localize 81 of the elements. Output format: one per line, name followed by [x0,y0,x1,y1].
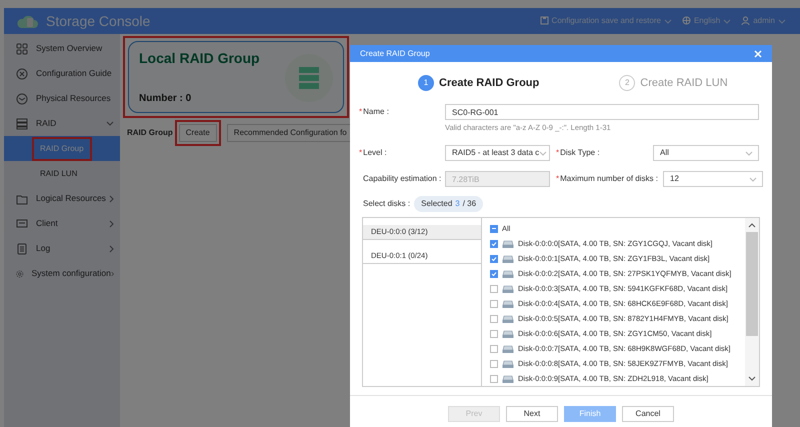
step-label: Create RAID LUN [640,76,728,91]
disk-drive-icon [502,314,514,324]
sidebar-item[interactable]: Log [4,236,120,261]
dialog-title: Create RAID Group [360,48,430,60]
sidebar-item[interactable]: System Overview [4,36,120,61]
dialog-button[interactable]: Next [506,406,558,422]
disk-checkbox[interactable] [490,254,498,263]
level-select[interactable]: RAID5 - at least 3 data c [445,145,550,162]
step-number: 1 [418,75,434,91]
server-icon [16,118,28,130]
caret-icon [745,150,753,157]
step-label: Create RAID Group [439,76,540,91]
field-label: Disk Type : [560,147,600,160]
disk-drive-icon [502,374,514,384]
selection-count-badge: Selected 3 / 36 [414,196,484,212]
caret-icon [749,176,757,183]
document-icon [16,242,28,254]
scrollbar[interactable] [745,218,759,386]
server-stack-icon [285,54,333,102]
disk-checkbox[interactable] [490,284,498,293]
chevron-down-icon [748,375,756,382]
disk-drive-icon [502,268,514,279]
name-input[interactable]: SC0-RG-001 [445,104,759,120]
sidebar-item[interactable]: Logical Resources [4,186,120,211]
user-icon [741,16,750,26]
sidebar-item[interactable]: RAID [4,111,120,136]
folder-icon [16,192,28,204]
disk-drive-icon [502,328,514,339]
disk-drive-icon [502,254,514,264]
disk-checkbox[interactable] [490,360,498,368]
disk-drive-icon [502,358,514,369]
top-menu-item[interactable]: English [682,15,732,27]
select-all-checkbox[interactable] [490,224,498,233]
disk-drive-icon [502,238,514,249]
disk-checkbox[interactable] [490,330,498,338]
disk-checkbox[interactable] [490,314,498,323]
checkmark-icon [491,270,497,277]
checkmark-icon [491,240,497,247]
disk-drive-icon [502,298,514,309]
globe-icon [682,16,691,26]
field-label: Select disks : [363,198,410,210]
disk-checkbox[interactable] [490,270,498,278]
required-mark: * [556,173,560,186]
sidebar-item[interactable]: Physical Resources [4,86,120,111]
toolbar-label: RAID Group [127,127,173,139]
disk-checkbox[interactable] [490,344,498,353]
max-disks-select[interactable]: 12 [663,171,763,188]
monitor-icon [16,218,28,230]
field-label: Maximum number of disks : [560,173,658,186]
dialog-button[interactable]: Cancel [622,406,674,422]
save-icon [540,16,549,26]
step-number: 2 [619,75,636,91]
card-title: Local RAID Group [139,49,261,68]
disk-checkbox[interactable] [490,374,498,383]
disk-checkbox[interactable] [490,240,498,248]
checkmark-icon [491,256,497,262]
disk-drive-icon [502,344,514,354]
gear-icon [16,268,24,280]
disk-checkbox[interactable] [490,300,498,308]
app-title: Storage Console [46,12,150,31]
caret-icon [539,150,548,157]
required-mark: * [556,147,560,160]
disk-type-select[interactable]: All [653,145,759,162]
cloud-logo-icon [16,13,38,29]
field-label: Level : [363,147,387,160]
field-label: Name : [363,106,389,118]
sidebar-item[interactable]: System configuration [4,261,120,286]
required-mark: * [359,106,362,118]
top-menu-item[interactable]: Configuration save and restore [540,15,672,27]
disk-drive-icon [502,284,514,294]
chevron-up-icon [748,222,756,230]
grid-icon [16,42,28,54]
toolbar-button[interactable]: Create [178,124,217,142]
sidebar-subitem[interactable]: RAID LUN [34,164,84,184]
top-menu-item[interactable]: admin [741,15,786,27]
sidebar-item[interactable]: Configuration Guide [4,61,120,86]
field-label: Capability estimation : [363,173,442,186]
close-icon [754,50,762,58]
sidebar-item[interactable]: Client [4,211,120,236]
required-mark: * [359,147,362,160]
card-count: Number : 0 [139,92,192,106]
